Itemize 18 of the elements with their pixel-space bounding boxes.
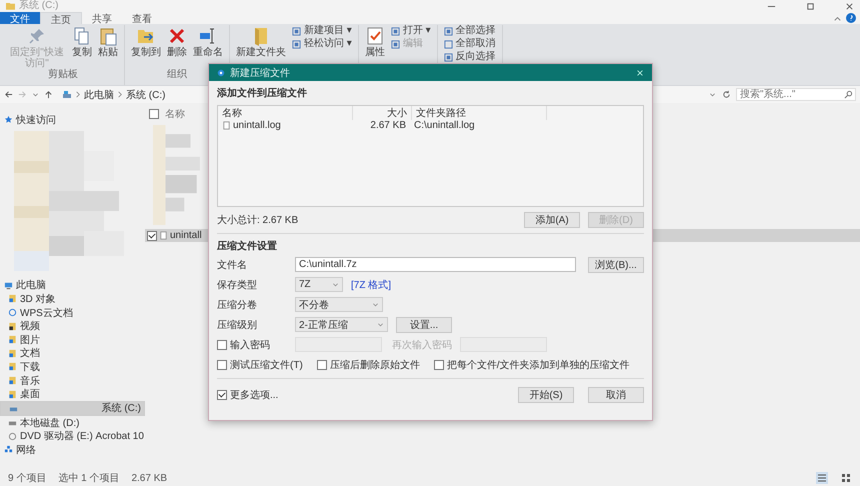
status-text: 选中 1 个项目 bbox=[58, 472, 120, 485]
status-text: 2.67 KB bbox=[131, 472, 168, 484]
field-label: 压缩分卷 bbox=[217, 298, 258, 312]
section-title: 压缩文件设置 bbox=[217, 240, 278, 253]
dialog-title: 新建压缩文件 bbox=[230, 66, 290, 80]
table-cell-text: C:\unintall.log bbox=[413, 120, 476, 131]
field-label: 再次输入密码 bbox=[391, 338, 452, 352]
status-text: 9 个项目 bbox=[8, 472, 46, 485]
group-label: 剪贴板 bbox=[48, 69, 78, 81]
table-cell: unintall.log bbox=[218, 120, 352, 131]
file-name: unintall bbox=[170, 230, 202, 241]
section-title: 添加文件到压缩文件 bbox=[217, 86, 308, 100]
group-label: 组织 bbox=[167, 69, 187, 81]
field-label: 文件名 bbox=[217, 258, 248, 272]
table-cell-text: 2.67 KB bbox=[369, 120, 407, 131]
field-label: 压缩级别 bbox=[217, 318, 258, 332]
total-size: 大小总计: 2.67 KB bbox=[217, 214, 298, 227]
field-label: 保存类型 bbox=[217, 278, 258, 292]
